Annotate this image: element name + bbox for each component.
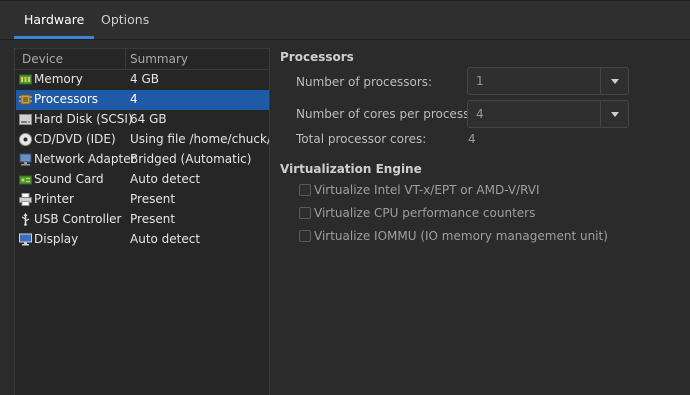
device-name: CD/DVD (IDE) [34, 132, 116, 146]
cores-per-processor-select[interactable]: 4 [467, 100, 629, 128]
processor-icon [19, 94, 32, 105]
combo-separator [600, 101, 601, 127]
device-summary: 4 [130, 92, 138, 106]
num-processors-label: Number of processors: [296, 75, 433, 89]
chevron-down-icon[interactable] [611, 112, 619, 117]
device-name: USB Controller [34, 212, 122, 226]
num-processors-select[interactable]: 1 [467, 67, 629, 95]
device-name: Sound Card [34, 172, 104, 186]
device-row-printer[interactable]: Printer Present [16, 190, 269, 210]
tab-bar: Hardware Options [0, 1, 690, 40]
checkbox-label: Virtualize CPU performance counters [314, 206, 536, 220]
column-separator [125, 49, 126, 70]
hard-disk-icon [19, 114, 32, 125]
device-summary: 4 GB [130, 72, 159, 86]
device-name: Hard Disk (SCSI) [34, 112, 133, 126]
device-row-memory[interactable]: Memory 4 GB [16, 70, 269, 90]
device-row-hard-disk[interactable]: Hard Disk (SCSI) 64 GB [16, 110, 269, 130]
device-row-network-adapter[interactable]: Network Adapter Bridged (Automatic) [16, 150, 269, 170]
usb-icon [21, 213, 30, 226]
device-summary: Auto detect [130, 172, 201, 186]
checkbox[interactable] [299, 230, 311, 242]
checkbox[interactable] [299, 184, 311, 196]
virtualization-section-title: Virtualization Engine [280, 162, 422, 176]
display-icon [19, 233, 32, 246]
column-header-device[interactable]: Device [22, 52, 63, 66]
device-list-header: Device Summary [15, 49, 269, 70]
combo-separator [600, 68, 601, 94]
device-row-usb-controller[interactable]: USB Controller Present [16, 210, 269, 230]
cores-per-processor-value: 4 [476, 107, 484, 121]
num-processors-value: 1 [476, 74, 484, 88]
device-summary: 64 GB [130, 112, 167, 126]
cd-dvd-icon [19, 133, 32, 146]
device-name: Network Adapter [34, 152, 136, 166]
chevron-down-icon[interactable] [611, 79, 619, 84]
network-adapter-icon [19, 153, 32, 166]
device-name: Display [34, 232, 79, 246]
column-header-summary[interactable]: Summary [130, 52, 188, 66]
printer-icon [19, 193, 32, 206]
device-row-sound-card[interactable]: Sound Card Auto detect [16, 170, 269, 190]
cores-per-processor-label: Number of cores per processor: [296, 107, 486, 121]
device-name: Memory [34, 72, 83, 86]
checkbox[interactable] [299, 207, 311, 219]
device-summary: Bridged (Automatic) [130, 152, 252, 166]
processors-section-title: Processors [280, 50, 354, 64]
total-cores-value: 4 [468, 132, 476, 146]
device-summary: Present [130, 192, 176, 206]
device-name: Printer [34, 192, 74, 206]
device-list: Device Summary Memory 4 GB Processors 4 … [14, 48, 270, 395]
memory-icon [19, 74, 32, 85]
device-summary: Using file /home/chuck/Dov [130, 132, 269, 146]
checkbox-label: Virtualize Intel VT-x/EPT or AMD-V/RVI [314, 183, 540, 197]
tab-hardware[interactable]: Hardware [13, 1, 95, 40]
device-row-cd-dvd[interactable]: CD/DVD (IDE) Using file /home/chuck/Dov [16, 130, 269, 150]
tab-options[interactable]: Options [101, 1, 149, 40]
device-name: Processors [34, 92, 99, 106]
checkbox-label: Virtualize IOMMU (IO memory management u… [314, 229, 608, 243]
device-summary: Present [130, 212, 176, 226]
device-summary: Auto detect [130, 232, 201, 246]
device-row-processors[interactable]: Processors 4 [16, 90, 269, 110]
device-row-display[interactable]: Display Auto detect [16, 230, 269, 250]
total-cores-label: Total processor cores: [296, 132, 427, 146]
sound-card-icon [19, 175, 32, 185]
